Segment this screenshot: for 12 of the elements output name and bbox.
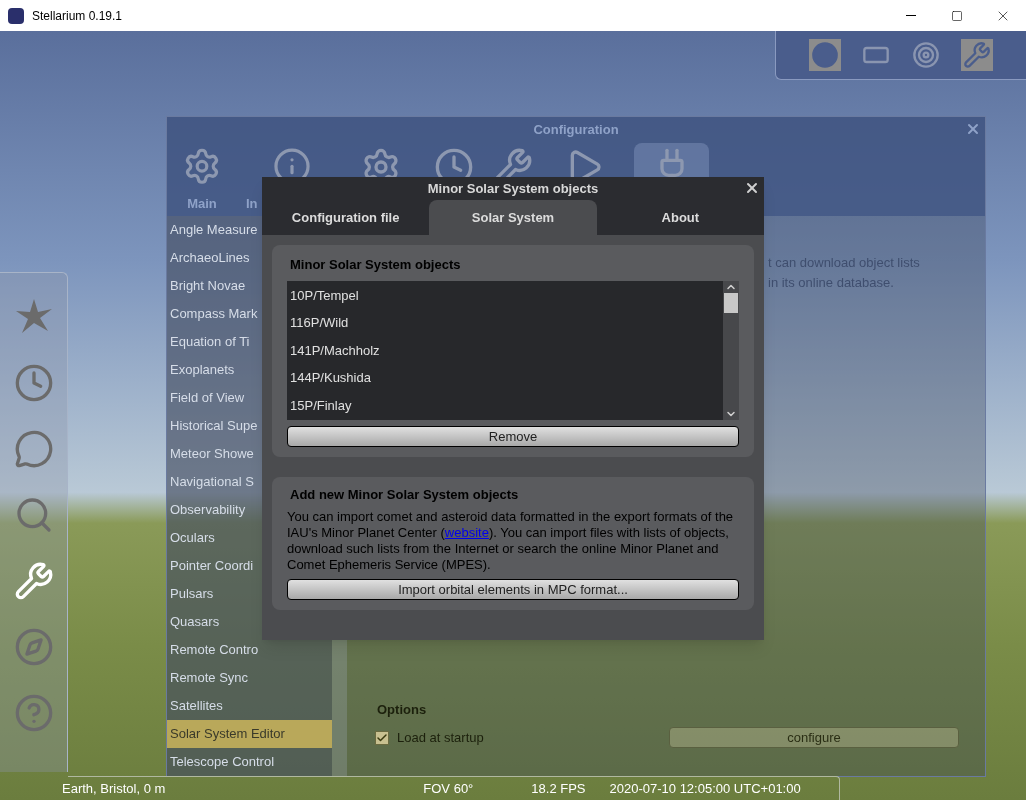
window-title: Stellarium 0.19.1 — [32, 7, 123, 25]
group-heading: Add new Minor Solar System objects — [289, 485, 520, 504]
location-text: Earth, Bristol, 0 m — [62, 779, 166, 798]
datetime-text: 2020-07-10 12:05:00 UTC+01:00 — [609, 779, 801, 798]
fov-text: FOV 60° — [423, 779, 474, 798]
fps-text: 18.2 FPS — [531, 779, 586, 798]
dialog-title: Minor Solar System objects — [427, 179, 599, 198]
configuration-title: Configuration — [533, 121, 619, 140]
checkbox-label: Load at startup — [397, 728, 484, 747]
import-description: You can import comet and asteroid data formatted in the export formats of the IAU's Minor Planet Center (website). You can import files with lists of objects, download such lists from the Internet or search the online Minor Planet and Comet Ephemeris Service (MPES). — [287, 509, 735, 573]
group-heading: Minor Solar System objects — [289, 256, 462, 274]
options-heading: Options — [377, 700, 428, 719]
